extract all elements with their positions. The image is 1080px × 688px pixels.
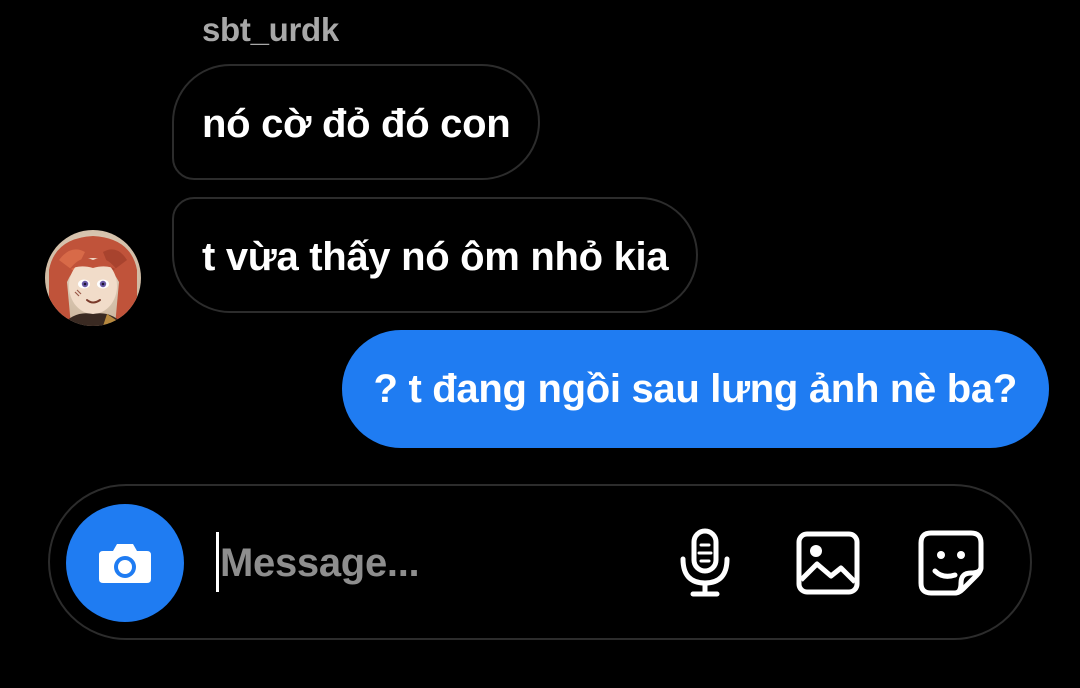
camera-icon bbox=[99, 544, 151, 583]
sticker-icon bbox=[918, 530, 984, 596]
avatar-image bbox=[45, 230, 141, 326]
sender-username: sbt_urdk bbox=[202, 11, 339, 48]
sender-avatar[interactable] bbox=[45, 230, 141, 326]
text-cursor bbox=[216, 532, 219, 592]
incoming-message-bubble[interactable]: t vừa thấy nó ôm nhỏ kia bbox=[172, 197, 699, 313]
image-icon bbox=[796, 531, 860, 595]
gallery-button[interactable] bbox=[792, 527, 864, 599]
sticker-button[interactable] bbox=[915, 527, 987, 599]
message-input[interactable] bbox=[220, 533, 640, 593]
camera-button[interactable] bbox=[66, 504, 184, 622]
microphone-icon bbox=[680, 528, 730, 597]
voice-message-button[interactable] bbox=[669, 527, 741, 599]
outgoing-message-bubble[interactable]: ? t đang ngồi sau lưng ảnh nè ba? bbox=[341, 330, 1049, 448]
incoming-message-bubble[interactable]: nó cờ đỏ đó con bbox=[172, 64, 541, 180]
